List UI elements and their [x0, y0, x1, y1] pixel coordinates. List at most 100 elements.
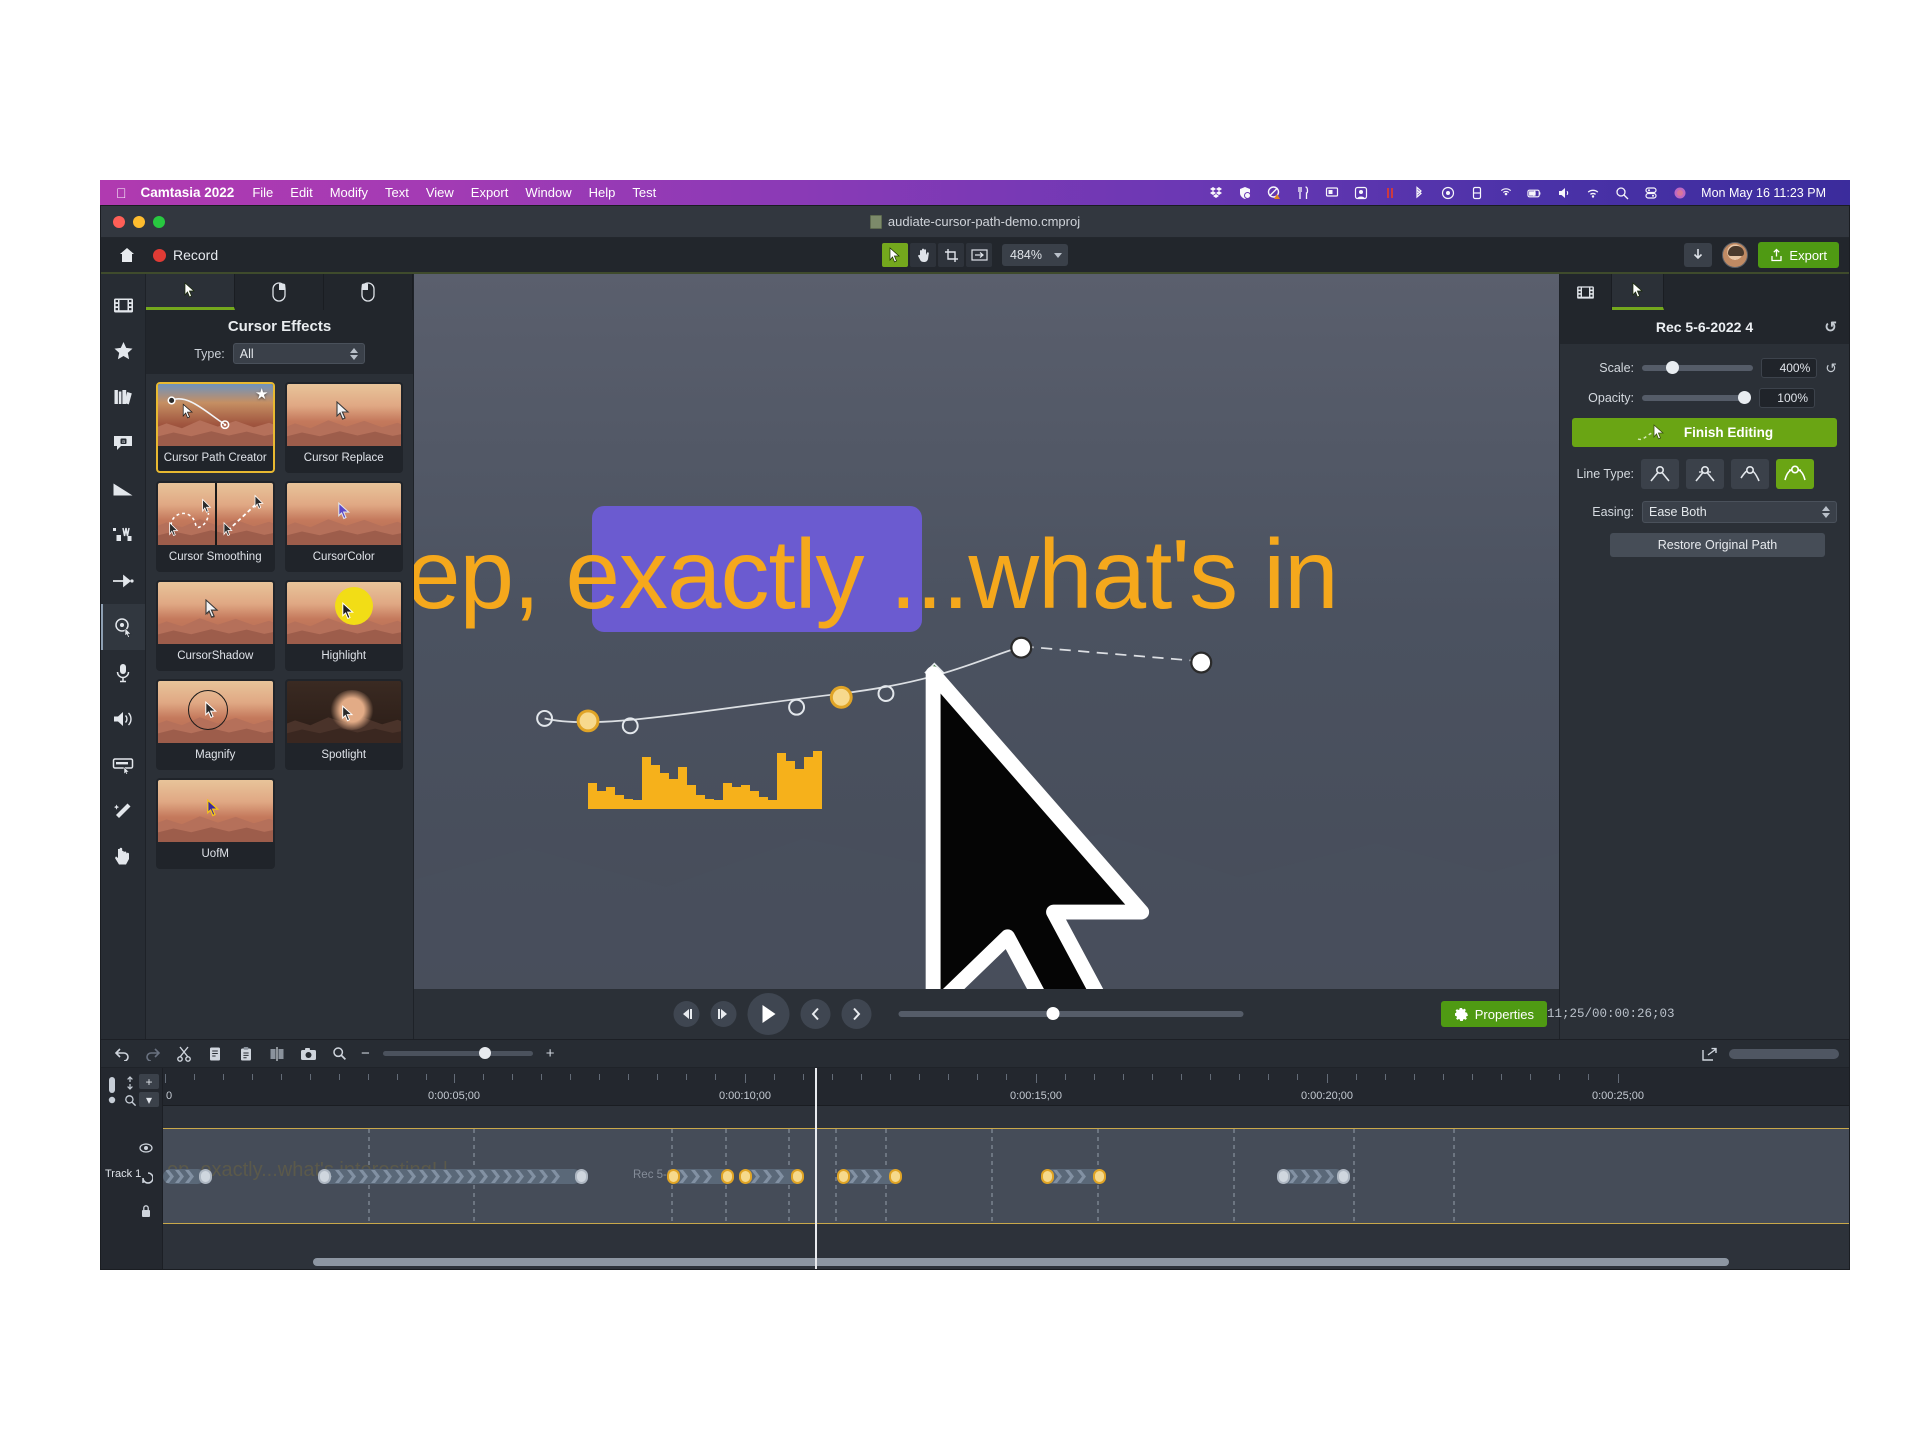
keyframe-marker-gold[interactable] [791, 1169, 804, 1184]
keyframe-segment[interactable] [1281, 1169, 1343, 1184]
siri-icon[interactable] [1672, 185, 1687, 200]
tab-media-properties[interactable] [1560, 274, 1612, 310]
chevron-down-icon[interactable]: ▾ [139, 1092, 159, 1107]
paste-button[interactable] [237, 1045, 255, 1063]
finish-editing-button[interactable]: Finish Editing [1572, 418, 1837, 447]
menu-help[interactable]: Help [589, 185, 616, 200]
zoom-detail-button[interactable] [330, 1045, 348, 1063]
timeline-horizontal-scrollbar[interactable] [313, 1258, 1729, 1266]
menu-text[interactable]: Text [385, 185, 409, 200]
track-size-slider[interactable] [105, 1076, 119, 1110]
rail-item-visual-effects[interactable] [101, 788, 145, 834]
keyframe-marker-gold[interactable] [837, 1169, 850, 1184]
tab-left-click[interactable] [235, 274, 324, 310]
keyframe-marker[interactable] [1277, 1169, 1290, 1184]
cloud-alert-icon[interactable] [1266, 185, 1281, 200]
add-track-button[interactable]: + [139, 1074, 159, 1089]
keyframe-marker[interactable] [199, 1169, 212, 1184]
wifi-icon[interactable] [1585, 185, 1600, 200]
scale-value[interactable]: 400% [1761, 358, 1818, 378]
track-1-clip[interactable]: ep, exactly...what's interesting! | Rec … [163, 1128, 1849, 1224]
undo-button[interactable] [113, 1045, 131, 1063]
menu-test[interactable]: Test [632, 185, 656, 200]
record-circle-icon[interactable] [1440, 185, 1455, 200]
keyframe-marker-gold[interactable] [667, 1169, 680, 1184]
menu-view[interactable]: View [426, 185, 454, 200]
timeline-ruler[interactable]: 0 0:00:05;00 0:00:10;00 0:00:15;00 0:00:… [163, 1068, 1849, 1106]
keyframe-marker[interactable] [575, 1169, 588, 1184]
menu-window[interactable]: Window [525, 185, 571, 200]
keyframe-segment[interactable] [321, 1169, 581, 1184]
rail-item-media-bin[interactable] [101, 282, 145, 328]
fit-frame-tool[interactable] [966, 243, 993, 267]
scrubber-handle[interactable] [1046, 1007, 1059, 1020]
search-icon[interactable] [1614, 185, 1629, 200]
control-center-icon[interactable] [1643, 185, 1658, 200]
timeline-zoom-handle[interactable] [478, 1047, 491, 1059]
playback-scrubber[interactable] [898, 1007, 1243, 1020]
rail-item-transitions[interactable] [101, 466, 145, 512]
keyframe-marker-gold[interactable] [1041, 1169, 1054, 1184]
restore-original-path-button[interactable]: Restore Original Path [1610, 533, 1825, 557]
volume-icon[interactable] [1556, 185, 1571, 200]
rail-item-cursor-effects[interactable] [101, 604, 145, 650]
keyframe-marker-gold[interactable] [721, 1169, 734, 1184]
play-button[interactable] [747, 993, 789, 1035]
screen-icon[interactable] [1324, 185, 1339, 200]
scale-slider-handle[interactable] [1666, 361, 1680, 374]
timeline-zoom-slider[interactable] [382, 1047, 533, 1059]
effect-card-highlight[interactable]: Highlight [284, 580, 403, 671]
next-marker-button[interactable] [841, 999, 871, 1029]
rail-item-favorites[interactable] [101, 328, 145, 374]
battery-charging-icon[interactable] [1527, 185, 1542, 200]
tab-cursor[interactable] [146, 274, 235, 310]
effect-card-spotlight[interactable]: Spotlight [284, 679, 403, 770]
opacity-slider-handle[interactable] [1738, 391, 1751, 404]
rail-item-interactivity[interactable] [101, 834, 145, 880]
eye-icon[interactable] [139, 1140, 153, 1158]
easing-select[interactable]: Ease Both [1642, 501, 1837, 523]
line-type-smooth-left[interactable] [1686, 459, 1724, 489]
rail-item-annotations[interactable]: a [101, 420, 145, 466]
shield-icon[interactable] [1237, 185, 1252, 200]
menu-export[interactable]: Export [471, 185, 509, 200]
lock-icon[interactable] [140, 1204, 152, 1223]
preview-canvas[interactable]: ep, exactly ...what's in [414, 274, 1559, 989]
line-type-corner[interactable] [1641, 459, 1679, 489]
effect-card-cursorshadow[interactable]: CursorShadow [156, 580, 275, 671]
tab-cursor-properties[interactable] [1612, 274, 1664, 310]
rail-item-animations[interactable] [101, 558, 145, 604]
home-icon[interactable] [117, 245, 137, 265]
export-button[interactable]: Export [1758, 242, 1839, 268]
cut-button[interactable] [175, 1045, 193, 1063]
properties-button[interactable]: Properties [1440, 1001, 1547, 1027]
opacity-slider[interactable] [1642, 391, 1751, 404]
fork-knife-icon[interactable] [1295, 185, 1310, 200]
effect-card-cursor-path-creator[interactable]: ★ Cursor Path Creator [156, 382, 275, 473]
keyframe-marker-gold[interactable] [1093, 1169, 1106, 1184]
zoom-out-button[interactable]: − [361, 1046, 370, 1061]
pause-bars-icon[interactable] [1382, 185, 1397, 200]
keyframe-marker[interactable] [318, 1169, 331, 1184]
copy-button[interactable] [206, 1045, 224, 1063]
redo-button[interactable] [144, 1045, 162, 1063]
download-arrow-icon[interactable] [1684, 243, 1713, 267]
capture-icon[interactable] [1353, 185, 1368, 200]
effects-type-select[interactable]: All [232, 343, 365, 364]
zoom-level-select[interactable]: 484% [1002, 244, 1068, 266]
rail-item-captions[interactable] [101, 742, 145, 788]
menubar-app-name[interactable]: Camtasia 2022 [141, 185, 235, 200]
opacity-value[interactable]: 100% [1759, 388, 1815, 408]
timeline-canvas[interactable]: 0 0:00:05;00 0:00:10;00 0:00:15;00 0:00:… [163, 1068, 1849, 1269]
next-frame-button[interactable] [710, 1001, 736, 1027]
scale-reset-icon[interactable]: ↺ [1825, 360, 1837, 377]
rail-item-behaviors[interactable] [101, 512, 145, 558]
screenshot-button[interactable] [299, 1045, 317, 1063]
previous-frame-button[interactable] [673, 1001, 699, 1027]
keyframe-marker-gold[interactable] [739, 1169, 752, 1184]
magnifier-icon[interactable] [124, 1094, 137, 1107]
line-type-smooth-right[interactable] [1731, 459, 1769, 489]
menubar-clock[interactable]: Mon May 16 11:23 PM [1701, 186, 1840, 200]
rail-item-audio-effects[interactable] [101, 696, 145, 742]
playhead[interactable]: 0:00:11;25 [815, 1068, 817, 1269]
